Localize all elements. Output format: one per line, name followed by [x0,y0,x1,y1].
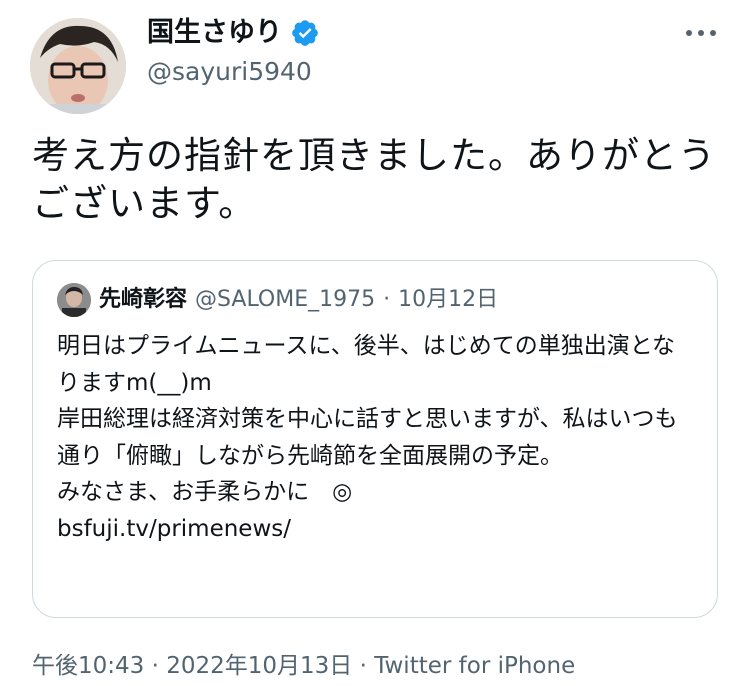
tweet-time[interactable]: 午後10:43 [32,653,144,679]
quoted-tweet-text: 明日はプライムニュースに、後半、はじめての単独出演となりますm(__)m 岸田総… [57,333,678,542]
tweet-source[interactable]: Twitter for iPhone [374,653,575,679]
meta-separator: · [359,653,367,679]
tweet-metadata: 午後10:43 · 2022年10月13日 · Twitter for iPho… [32,650,575,682]
author-avatar[interactable] [30,18,126,114]
quoted-separator: · [383,287,391,312]
quoted-display-name[interactable]: 先崎彰容 [99,285,187,315]
verified-badge-icon [292,20,318,46]
quoted-date[interactable]: 10月12日 [398,285,498,315]
author-name-row: 国生さゆり [147,16,320,50]
tweet-text: 考え方の指針を頂きました。ありがとうございます。 [32,134,716,225]
avatar-image [30,18,126,114]
quoted-tweet-card[interactable]: 先崎彰容 @SALOME_1975 · 10月12日 明日はプライムニュースに、… [32,260,718,618]
author-display-name[interactable]: 国生さゆり [147,16,282,50]
tweet-container: 国生さゆり @sayuri5940 考え方の指針を頂きました。ありがとうございま… [0,0,745,686]
quoted-avatar-image [57,283,91,317]
tweet-date[interactable]: 2022年10月13日 [166,653,352,679]
author-handle[interactable]: @sayuri5940 [147,56,312,88]
more-options-icon[interactable] [684,26,718,40]
quoted-handle[interactable]: @SALOME_1975 [195,285,375,315]
quoted-tweet-header: 先崎彰容 @SALOME_1975 · 10月12日 [57,283,498,317]
quoted-author-avatar[interactable] [57,283,91,317]
meta-separator: · [151,653,159,679]
